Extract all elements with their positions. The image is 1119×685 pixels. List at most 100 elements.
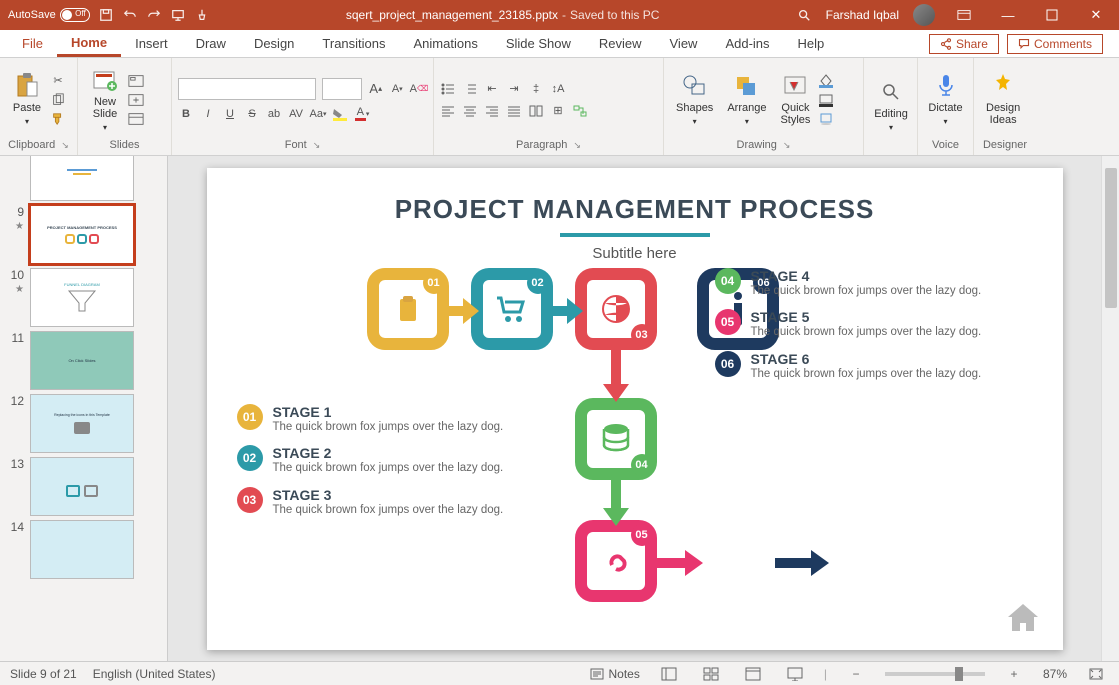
tab-slideshow[interactable]: Slide Show (492, 30, 585, 57)
tab-help[interactable]: Help (784, 30, 839, 57)
slide-title[interactable]: PROJECT MANAGEMENT PROCESS (233, 194, 1037, 225)
font-color-icon[interactable]: A▾ (354, 106, 370, 122)
dialog-launch-icon[interactable]: ↘ (573, 140, 581, 151)
section-icon[interactable] (128, 111, 144, 127)
font-size-input[interactable] (322, 78, 362, 100)
zoom-in-icon[interactable]: + (1001, 665, 1027, 683)
home-icon[interactable] (1005, 600, 1041, 636)
avatar[interactable] (913, 4, 935, 26)
align-text-icon[interactable]: ⊞ (550, 103, 566, 119)
undo-icon[interactable] (122, 7, 138, 23)
ribbon-display-icon[interactable] (949, 5, 979, 25)
search-icon[interactable] (796, 7, 812, 23)
tab-transitions[interactable]: Transitions (308, 30, 399, 57)
indent-dec-icon[interactable]: ⇤ (484, 81, 500, 97)
new-slide-button[interactable]: New Slide ▾ (84, 63, 126, 136)
tab-animations[interactable]: Animations (400, 30, 492, 57)
save-icon[interactable] (98, 7, 114, 23)
align-right-icon[interactable] (484, 103, 500, 119)
stage-item[interactable]: 06STAGE 6The quick brown fox jumps over … (715, 351, 982, 383)
stage-item[interactable]: 01STAGE 1The quick brown fox jumps over … (237, 404, 504, 436)
zoom-out-icon[interactable]: − (843, 665, 869, 683)
flow-box-5[interactable]: 05 (575, 520, 657, 602)
tab-view[interactable]: View (656, 30, 712, 57)
slideshow-view-icon[interactable] (782, 665, 808, 683)
columns-icon[interactable] (528, 103, 544, 119)
numbering-icon[interactable] (462, 81, 478, 97)
thumbnail[interactable]: Replacing the icons in this Template (30, 394, 134, 453)
underline-icon[interactable]: U (222, 106, 238, 122)
fit-to-window-icon[interactable] (1083, 665, 1109, 683)
present-icon[interactable] (170, 7, 186, 23)
clear-format-icon[interactable]: A⌫ (411, 81, 427, 97)
slide-canvas[interactable]: PROJECT MANAGEMENT PROCESS Subtitle here… (207, 168, 1063, 650)
touch-icon[interactable] (194, 7, 210, 23)
arrange-button[interactable]: Arrange▾ (721, 69, 772, 130)
text-direction-icon[interactable]: ↕A (550, 81, 566, 97)
dialog-launch-icon[interactable]: ↘ (313, 140, 321, 151)
zoom-level[interactable]: 87% (1043, 667, 1067, 681)
shape-fill-icon[interactable] (818, 73, 834, 89)
maximize-icon[interactable] (1037, 5, 1067, 25)
flow-box-3[interactable]: 03 (575, 268, 657, 350)
sorter-view-icon[interactable] (698, 665, 724, 683)
shape-outline-icon[interactable] (818, 92, 834, 108)
thumbnail[interactable] (30, 156, 134, 201)
bullets-icon[interactable] (440, 81, 456, 97)
thumbnail[interactable]: On Click Slides (30, 331, 134, 390)
format-painter-icon[interactable] (50, 111, 66, 127)
line-spacing-icon[interactable]: ‡ (528, 81, 544, 97)
user-name[interactable]: Farshad Iqbal (826, 8, 899, 22)
shapes-button[interactable]: Shapes▾ (670, 69, 719, 130)
flow-box-1[interactable]: 01 (367, 268, 449, 350)
bold-icon[interactable]: B (178, 106, 194, 122)
tab-review[interactable]: Review (585, 30, 656, 57)
strike-icon[interactable]: S (244, 106, 260, 122)
language-status[interactable]: English (United States) (93, 667, 216, 681)
editing-button[interactable]: Editing▾ (870, 75, 912, 136)
stage-item[interactable]: 04STAGE 4The quick brown fox jumps over … (715, 268, 982, 300)
change-case-icon[interactable]: Aa▾ (310, 106, 326, 122)
justify-icon[interactable] (506, 103, 522, 119)
thumbnail[interactable] (30, 520, 134, 579)
shrink-font-icon[interactable]: A▾ (390, 81, 406, 97)
grow-font-icon[interactable]: A▴ (368, 81, 384, 97)
spacing-icon[interactable]: AV (288, 106, 304, 122)
align-center-icon[interactable] (462, 103, 478, 119)
reset-icon[interactable] (128, 92, 144, 108)
tab-design[interactable]: Design (240, 30, 308, 57)
comments-button[interactable]: Comments (1007, 34, 1103, 54)
redo-icon[interactable] (146, 7, 162, 23)
layout-icon[interactable] (128, 73, 144, 89)
thumbnail-selected[interactable]: PROJECT MANAGEMENT PROCESS (30, 205, 134, 264)
close-icon[interactable]: ✕ (1081, 5, 1111, 25)
normal-view-icon[interactable] (656, 665, 682, 683)
slide-editor[interactable]: PROJECT MANAGEMENT PROCESS Subtitle here… (168, 156, 1101, 661)
stage-item[interactable]: 02STAGE 2The quick brown fox jumps over … (237, 445, 504, 477)
stage-item[interactable]: 05STAGE 5The quick brown fox jumps over … (715, 309, 982, 341)
flow-box-4[interactable]: 04 (575, 398, 657, 480)
highlight-icon[interactable] (332, 106, 348, 122)
thumbnail-panel[interactable]: 9★PROJECT MANAGEMENT PROCESS 10★FUNNEL D… (0, 156, 168, 661)
tab-draw[interactable]: Draw (182, 30, 240, 57)
cut-icon[interactable]: ✂ (50, 73, 66, 89)
tab-addins[interactable]: Add-ins (711, 30, 783, 57)
reading-view-icon[interactable] (740, 665, 766, 683)
design-ideas-button[interactable]: Design Ideas (980, 69, 1026, 130)
indent-inc-icon[interactable]: ⇥ (506, 81, 522, 97)
shadow-icon[interactable]: ab (266, 106, 282, 122)
zoom-slider[interactable] (885, 672, 985, 676)
shape-effects-icon[interactable] (818, 111, 834, 127)
dialog-launch-icon[interactable]: ↘ (61, 140, 69, 151)
autosave-toggle[interactable]: AutoSave Off (8, 8, 90, 22)
stage-list-left[interactable]: 01STAGE 1The quick brown fox jumps over … (237, 404, 504, 529)
tab-home[interactable]: Home (57, 30, 121, 57)
stage-list-right[interactable]: 04STAGE 4The quick brown fox jumps over … (715, 268, 982, 393)
smartart-icon[interactable] (572, 103, 588, 119)
tab-insert[interactable]: Insert (121, 30, 182, 57)
slide-subtitle[interactable]: Subtitle here (233, 245, 1037, 262)
font-name-input[interactable] (178, 78, 316, 100)
quick-styles-button[interactable]: Quick Styles (774, 69, 816, 130)
thumbnail[interactable]: FUNNEL DIAGRAM (30, 268, 134, 327)
italic-icon[interactable]: I (200, 106, 216, 122)
